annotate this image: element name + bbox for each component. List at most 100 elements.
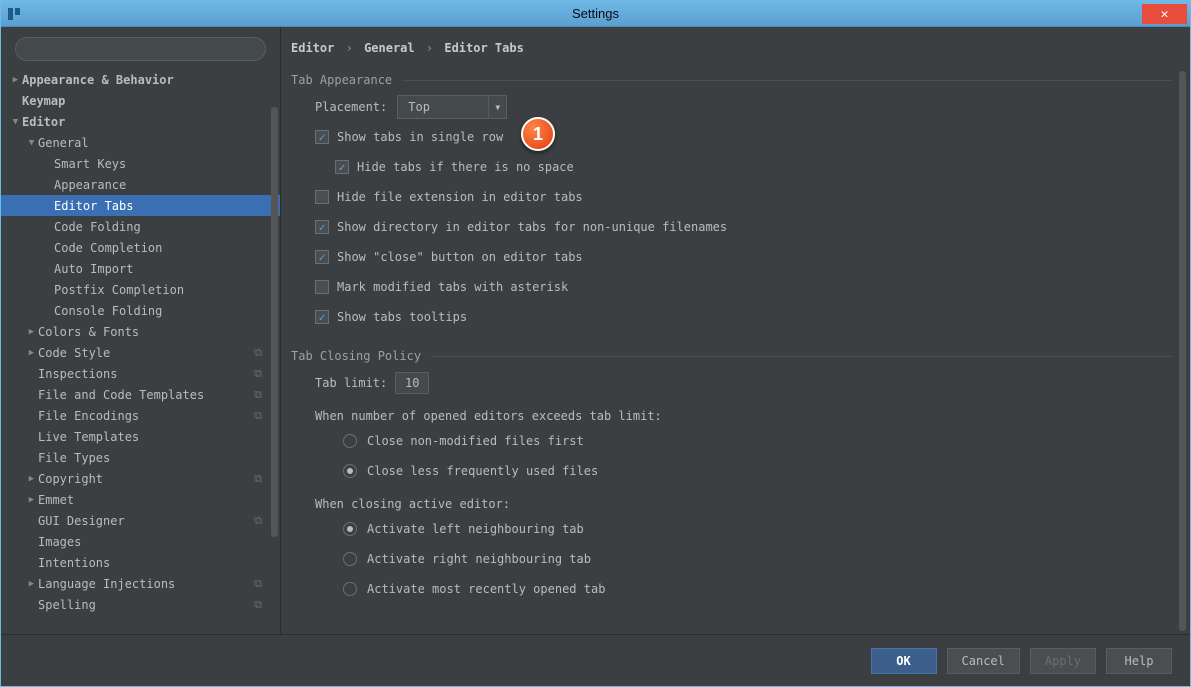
checkbox-mark-asterisk[interactable] <box>315 280 329 294</box>
placement-label: Placement: <box>315 100 387 114</box>
placement-value: Top <box>398 96 488 118</box>
tree-item-gui-designer[interactable]: GUI Designer ⧉ <box>1 510 280 531</box>
tree-arrow-icon: ▶ <box>9 75 22 85</box>
checkbox-label: Show tabs in single row <box>337 130 503 144</box>
placement-select[interactable]: Top ▼ <box>397 95 507 119</box>
radio-close-lfu[interactable] <box>343 464 357 478</box>
profile-icon: ⧉ <box>254 472 262 486</box>
tree-item-colors-fonts[interactable]: ▶Colors & Fonts <box>1 321 280 342</box>
search-input[interactable] <box>15 37 266 61</box>
settings-tree[interactable]: ▶Appearance & BehaviorKeymap▼Editor▼Gene… <box>1 69 280 634</box>
radio-row-activate-recent[interactable]: Activate most recently opened tab <box>343 577 1172 601</box>
checkbox-hide-ext[interactable] <box>315 190 329 204</box>
tree-item-console-folding[interactable]: Console Folding <box>1 300 280 321</box>
radio-activate-left[interactable] <box>343 522 357 536</box>
checkbox-row-single-row[interactable]: Show tabs in single row 1 <box>315 125 1172 149</box>
cancel-button[interactable]: Cancel <box>947 648 1020 674</box>
tree-item-editor-tabs[interactable]: Editor Tabs <box>1 195 280 216</box>
checkbox-label: Show tabs tooltips <box>337 310 467 324</box>
tree-item-images[interactable]: Images <box>1 531 280 552</box>
window-close-button[interactable]: ✕ <box>1142 4 1187 24</box>
tree-label: Editor Tabs <box>54 199 133 213</box>
radio-close-nonmod[interactable] <box>343 434 357 448</box>
tree-label: Code Folding <box>54 220 141 234</box>
tree-label: Appearance & Behavior <box>22 73 174 87</box>
checkbox-show-close[interactable] <box>315 250 329 264</box>
tree-item-file-and-code-templates[interactable]: File and Code Templates⧉ <box>1 384 280 405</box>
checkbox-show-dir[interactable] <box>315 220 329 234</box>
tab-limit-label: Tab limit: <box>315 376 387 390</box>
checkbox-row-hide-ext[interactable]: Hide file extension in editor tabs <box>315 185 1172 209</box>
radio-label: Activate most recently opened tab <box>367 582 605 596</box>
settings-window: Settings ✕ ▶Appearance & BehaviorKeymap▼… <box>0 0 1191 687</box>
tree-item-editor[interactable]: ▼Editor <box>1 111 280 132</box>
tree-item-copyright[interactable]: ▶Copyright⧉ <box>1 468 280 489</box>
tree-label: File Encodings <box>38 409 139 423</box>
tree-item-inspections[interactable]: Inspections⧉ <box>1 363 280 384</box>
profile-icon: ⧉ <box>254 598 262 612</box>
checkbox-row-show-close[interactable]: Show "close" button on editor tabs <box>315 245 1172 269</box>
section-tab-closing: Tab Closing Policy <box>291 349 1172 363</box>
checkbox-label: Hide tabs if there is no space <box>357 160 574 174</box>
breadcrumb: Editor › General › Editor Tabs <box>281 27 1190 65</box>
tree-label: Live Templates <box>38 430 139 444</box>
section-tab-appearance: Tab Appearance <box>291 73 1172 87</box>
checkbox-row-mark-asterisk[interactable]: Mark modified tabs with asterisk <box>315 275 1172 299</box>
tab-limit-input[interactable] <box>395 372 429 394</box>
radio-activate-recent[interactable] <box>343 582 357 596</box>
radio-row-activate-left[interactable]: Activate left neighbouring tab <box>343 517 1172 541</box>
tree-item-live-templates[interactable]: Live Templates <box>1 426 280 447</box>
radio-row-close-lfu[interactable]: Close less frequently used files <box>343 459 1172 483</box>
main-panel: Editor › General › Editor Tabs Tab Appea… <box>281 27 1190 634</box>
tree-label: Code Style <box>38 346 110 360</box>
checkbox-row-show-dir[interactable]: Show directory in editor tabs for non-un… <box>315 215 1172 239</box>
ok-button[interactable]: OK <box>871 648 937 674</box>
tree-label: GUI Designer <box>38 514 125 528</box>
content: ▶Appearance & BehaviorKeymap▼Editor▼Gene… <box>1 27 1190 634</box>
breadcrumb-sep: › <box>346 41 353 55</box>
radio-row-close-nonmod[interactable]: Close non-modified files first <box>343 429 1172 453</box>
tree-label: File and Code Templates <box>38 388 204 402</box>
radio-activate-right[interactable] <box>343 552 357 566</box>
tree-item-smart-keys[interactable]: Smart Keys <box>1 153 280 174</box>
tree-item-language-injections[interactable]: ▶Language Injections⧉ <box>1 573 280 594</box>
tree-item-code-folding[interactable]: Code Folding <box>1 216 280 237</box>
tree-item-appearance[interactable]: Appearance <box>1 174 280 195</box>
tree-item-auto-import[interactable]: Auto Import <box>1 258 280 279</box>
tree-label: Language Injections <box>38 577 175 591</box>
radio-label: Close less frequently used files <box>367 464 598 478</box>
sidebar-scrollbar[interactable] <box>271 107 278 537</box>
app-icon <box>1 1 27 27</box>
profile-icon: ⧉ <box>254 514 262 528</box>
section-title: Tab Closing Policy <box>291 349 421 363</box>
main-scrollbar[interactable] <box>1179 71 1186 631</box>
checkbox-row-tooltips[interactable]: Show tabs tooltips <box>315 305 1172 329</box>
tree-label: Keymap <box>22 94 65 108</box>
tree-item-code-style[interactable]: ▶Code Style⧉ <box>1 342 280 363</box>
tree-item-file-types[interactable]: File Types <box>1 447 280 468</box>
close-icon: ✕ <box>1161 7 1169 22</box>
checkbox-tooltips[interactable] <box>315 310 329 324</box>
tree-item-appearance-behavior[interactable]: ▶Appearance & Behavior <box>1 69 280 90</box>
tree-item-emmet[interactable]: ▶Emmet <box>1 489 280 510</box>
checkbox-single-row[interactable] <box>315 130 329 144</box>
checkbox-row-hide-no-space[interactable]: Hide tabs if there is no space <box>335 155 1172 179</box>
apply-button[interactable]: Apply <box>1030 648 1096 674</box>
tree-item-spelling[interactable]: Spelling⧉ <box>1 594 280 615</box>
tree-arrow-icon: ▶ <box>25 327 38 337</box>
tree-label: File Types <box>38 451 110 465</box>
tree-item-intentions[interactable]: Intentions <box>1 552 280 573</box>
tree-arrow-icon: ▼ <box>25 138 38 148</box>
radio-row-activate-right[interactable]: Activate right neighbouring tab <box>343 547 1172 571</box>
tree-item-code-completion[interactable]: Code Completion <box>1 237 280 258</box>
tree-item-file-encodings[interactable]: File Encodings⧉ <box>1 405 280 426</box>
tree-label: Intentions <box>38 556 110 570</box>
settings-panel: Tab Appearance Placement: Top ▼ Show tab… <box>281 65 1190 634</box>
tree-item-keymap[interactable]: Keymap <box>1 90 280 111</box>
tree-item-postfix-completion[interactable]: Postfix Completion <box>1 279 280 300</box>
checkbox-hide-no-space[interactable] <box>335 160 349 174</box>
radio-label: Activate left neighbouring tab <box>367 522 584 536</box>
tree-label: Smart Keys <box>54 157 126 171</box>
tree-item-general[interactable]: ▼General <box>1 132 280 153</box>
help-button[interactable]: Help <box>1106 648 1172 674</box>
